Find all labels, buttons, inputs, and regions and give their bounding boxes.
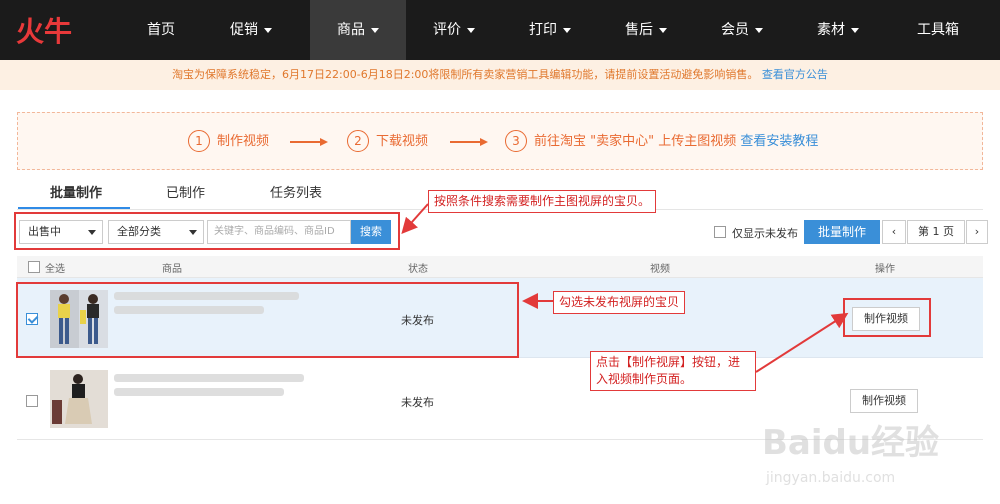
step-label: 制作视频 [217, 134, 270, 149]
nav-item-print[interactable]: 打印 [502, 0, 598, 60]
select-all-label: 全选 [45, 264, 65, 275]
notice-link[interactable]: 查看官方公告 [762, 68, 828, 81]
batch-make-button[interactable]: 批量制作 [804, 220, 880, 244]
nav-item-materials[interactable]: 素材 [790, 0, 886, 60]
product-subtitle-blurred [114, 388, 284, 396]
caret-down-icon [264, 27, 272, 33]
nav-label: 促销 [230, 22, 258, 38]
arrow-right-icon [290, 138, 328, 146]
tab-batch-make[interactable]: 批量制作 [50, 182, 102, 206]
video-column-header: 视频 [650, 264, 670, 275]
tab-made[interactable]: 已制作 [166, 182, 205, 206]
click-tip-callout: 点击【制作视屏】按钮，进入视频制作页面。 [590, 351, 756, 391]
make-video-highlight-box [843, 298, 931, 337]
nav-label: 素材 [817, 22, 845, 38]
tab-task-list[interactable]: 任务列表 [270, 182, 322, 206]
nav-label: 会员 [721, 22, 749, 38]
step-2: 2 下载视频 [347, 130, 428, 154]
svg-text:jingyan.baidu.com: jingyan.baidu.com [765, 470, 895, 486]
notice-text: 淘宝为保障系统稳定，6月17日22:00-6月18日2:00将限制所有卖家营销工… [172, 68, 759, 81]
nav-item-promotion[interactable]: 促销 [203, 0, 299, 60]
top-navbar: 火牛 首页 促销 商品 评价 打印 售后 会员 素材 工具箱 [0, 0, 1000, 60]
status-value: 未发布 [401, 396, 434, 409]
svg-text:Baidu经验: Baidu经验 [762, 423, 939, 463]
caret-down-icon [851, 27, 859, 33]
notice-bar: 淘宝为保障系统稳定，6月17日22:00-6月18日2:00将限制所有卖家营销工… [0, 60, 1000, 90]
prev-page-button[interactable]: ‹ [882, 220, 906, 244]
caret-down-icon [563, 27, 571, 33]
caret-down-icon [659, 27, 667, 33]
caret-down-icon [755, 27, 763, 33]
product-column-header: 商品 [162, 264, 182, 275]
search-tip-callout: 按照条件搜索需要制作主图视屏的宝贝。 [428, 190, 657, 213]
step-label: 前往淘宝 "卖家中心" 上传主图视频 [534, 134, 737, 149]
product-title-blurred [114, 374, 304, 382]
nav-label: 商品 [337, 22, 365, 38]
step-3: 3 前往淘宝 "卖家中心" 上传主图视频 查看安装教程 [505, 130, 818, 154]
dropdown-arrow-icon [88, 230, 96, 235]
search-input[interactable]: 关键字、商品编码、商品ID [207, 220, 351, 244]
status-select-value: 出售中 [28, 225, 61, 238]
only-unpublished-checkbox[interactable] [714, 226, 726, 238]
caret-down-icon [467, 27, 475, 33]
huoniu-logo[interactable]: 火牛 [14, 12, 86, 48]
nav-label: 评价 [433, 22, 461, 38]
only-unpublished-label: 仅显示未发布 [732, 227, 798, 240]
nav-item-toolbox[interactable]: 工具箱 [890, 0, 986, 60]
category-select-value: 全部分类 [117, 225, 161, 238]
page-indicator: 第 1 页 [907, 220, 965, 244]
install-tutorial-link[interactable]: 查看安装教程 [740, 134, 818, 149]
nav-item-products[interactable]: 商品 [310, 0, 406, 60]
status-select[interactable]: 出售中 [19, 220, 103, 244]
steps-panel: 1 制作视频 2 下载视频 3 前往淘宝 "卖家中心" 上传主图视频 查看安装教程 [17, 112, 983, 170]
action-column-header: 操作 [875, 264, 895, 275]
nav-label: 首页 [147, 22, 175, 38]
caret-down-icon [371, 27, 379, 33]
search-button[interactable]: 搜索 [351, 220, 391, 244]
step-label: 下载视频 [376, 134, 429, 149]
select-tip-callout: 勾选未发布视屏的宝贝 [553, 291, 686, 314]
row-highlight-box [16, 282, 519, 358]
svg-text:火牛: 火牛 [16, 15, 72, 48]
nav-label: 工具箱 [917, 22, 959, 38]
status-column-header: 状态 [408, 264, 428, 275]
step-number: 2 [347, 130, 369, 152]
nav-item-home[interactable]: 首页 [113, 0, 209, 60]
nav-label: 售后 [625, 22, 653, 38]
arrow-right-icon [450, 138, 488, 146]
step-1: 1 制作视频 [188, 130, 269, 154]
step-number: 1 [188, 130, 210, 152]
category-select[interactable]: 全部分类 [108, 220, 204, 244]
next-page-button[interactable]: › [966, 220, 988, 244]
row-checkbox[interactable] [26, 395, 38, 407]
nav-item-reviews[interactable]: 评价 [406, 0, 502, 60]
nav-label: 打印 [529, 22, 557, 38]
select-all-checkbox[interactable] [28, 261, 40, 273]
step-number: 3 [505, 130, 527, 152]
product-thumbnail[interactable] [50, 370, 108, 428]
nav-item-after-sales[interactable]: 售后 [598, 0, 694, 60]
nav-item-members[interactable]: 会员 [694, 0, 790, 60]
baidu-jingyan-watermark: Baidu经验 jingyan.baidu.com [762, 423, 939, 486]
dropdown-arrow-icon [189, 230, 197, 235]
